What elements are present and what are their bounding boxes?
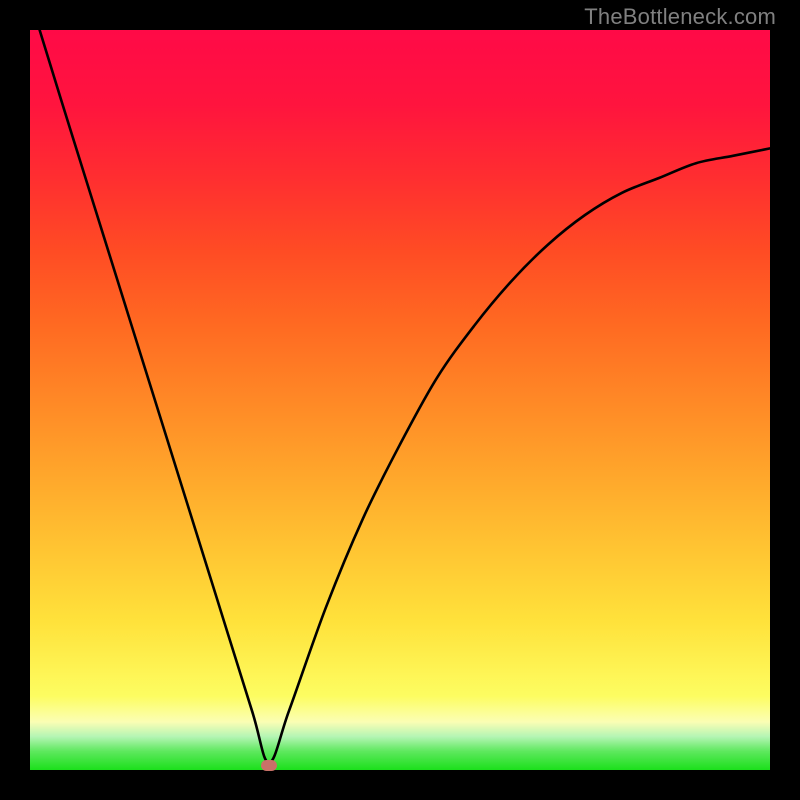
watermark-text: TheBottleneck.com xyxy=(584,4,776,30)
bottleneck-curve xyxy=(30,30,770,770)
plot-area xyxy=(30,30,770,770)
current-point-marker xyxy=(261,760,277,771)
chart-frame: TheBottleneck.com xyxy=(0,0,800,800)
